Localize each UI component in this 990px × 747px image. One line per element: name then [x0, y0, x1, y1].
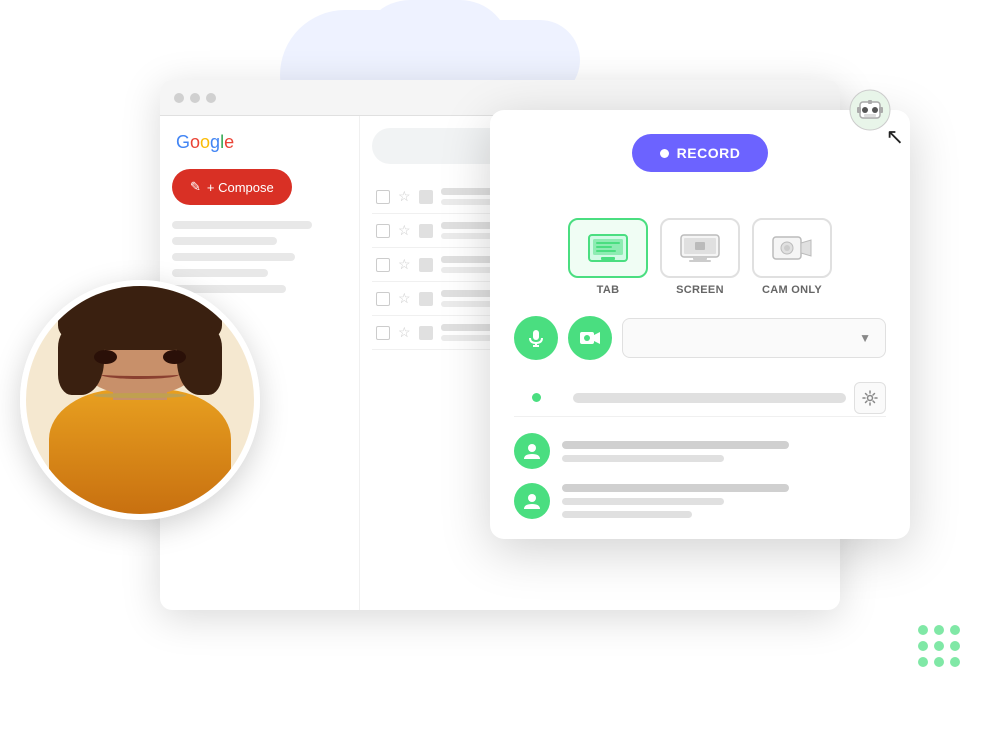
tab-active-dot [532, 393, 541, 402]
mode-icon-box-cam [752, 218, 832, 278]
email-star[interactable]: ☆ [398, 222, 411, 239]
camera-icon [579, 329, 601, 347]
person-photo [20, 280, 260, 520]
cam-icon [771, 233, 813, 263]
photo-eye-left [94, 350, 117, 364]
sidebar-nav-item [172, 253, 295, 261]
email-checkbox[interactable] [376, 326, 390, 340]
person-name [562, 484, 789, 492]
people-list [514, 433, 886, 519]
tab-line-bar [573, 393, 846, 403]
robot-icon-container [848, 88, 892, 137]
record-dot [660, 149, 669, 158]
green-dot [918, 625, 928, 635]
email-star[interactable]: ☆ [398, 290, 411, 307]
logo-o1: o [190, 132, 200, 152]
gmail-logo: Google [172, 132, 347, 153]
traffic-dot-minimize [190, 93, 200, 103]
camera-button[interactable] [568, 316, 612, 360]
person-icon [522, 491, 542, 511]
photo-necklace [94, 393, 185, 398]
email-checkbox[interactable] [376, 190, 390, 204]
photo-body [49, 389, 231, 514]
compose-button[interactable]: ✎ + Compose [172, 169, 292, 205]
person-detail [562, 498, 724, 505]
green-dot [934, 657, 944, 667]
mode-option-tab[interactable]: TAB [568, 218, 648, 296]
camera-dropdown[interactable]: ▼ [622, 318, 886, 358]
mode-icon-box-screen [660, 218, 740, 278]
mode-label-cam: CAM ONLY [762, 284, 822, 296]
record-panel: ↖ RECORD TAB [490, 110, 910, 539]
email-label-tag [419, 190, 433, 204]
green-dots-decoration [918, 625, 960, 667]
record-button[interactable]: RECORD [632, 134, 769, 172]
person-extra [562, 511, 692, 518]
compose-label: + Compose [207, 180, 274, 195]
screen-icon [679, 233, 721, 263]
person-avatar [514, 483, 550, 519]
sidebar-nav-item [172, 269, 268, 277]
green-dot [918, 657, 928, 667]
email-label-tag [419, 224, 433, 238]
email-checkbox[interactable] [376, 258, 390, 272]
person-info [562, 484, 886, 518]
mode-label-screen: SCREEN [676, 284, 724, 296]
green-dot [950, 657, 960, 667]
dropdown-arrow-icon: ▼ [859, 331, 871, 345]
traffic-dot-close [174, 93, 184, 103]
email-label-tag [419, 292, 433, 306]
email-checkbox[interactable] [376, 292, 390, 306]
logo-g: G [176, 132, 190, 152]
mode-option-screen[interactable]: SCREEN [660, 218, 740, 296]
email-label-tag [419, 258, 433, 272]
tab-icon [587, 233, 629, 263]
person-name [562, 441, 789, 449]
mode-options: TAB SCREEN [514, 218, 886, 296]
email-star[interactable]: ☆ [398, 324, 411, 341]
photo-eye-right [163, 350, 186, 364]
panel-tab-row [514, 380, 886, 417]
mic-icon [526, 328, 546, 348]
record-label: RECORD [677, 145, 741, 161]
green-dot [950, 625, 960, 635]
green-dot [918, 641, 928, 651]
mic-button[interactable] [514, 316, 558, 360]
person-row [514, 483, 886, 519]
av-controls: ▼ [514, 316, 886, 360]
gear-icon [862, 390, 878, 406]
robot-icon [848, 88, 892, 132]
logo-o2: o [200, 132, 210, 152]
email-checkbox[interactable] [376, 224, 390, 238]
logo-e: e [224, 132, 234, 152]
mode-option-cam-only[interactable]: CAM ONLY [752, 218, 832, 296]
settings-gear-button[interactable] [854, 382, 886, 414]
person-avatar [514, 433, 550, 469]
green-dot [934, 641, 944, 651]
sidebar-nav [172, 221, 347, 293]
person-detail [562, 455, 724, 462]
person-row [514, 433, 886, 469]
mode-label-tab: TAB [597, 284, 620, 296]
compose-icon: ✎ [190, 179, 201, 195]
record-btn-wrapper: RECORD [514, 134, 886, 196]
traffic-dot-expand [206, 93, 216, 103]
green-dot [950, 641, 960, 651]
sidebar-nav-item [172, 237, 277, 245]
person-icon [522, 441, 542, 461]
person-info [562, 441, 886, 462]
email-label-tag [419, 326, 433, 340]
sidebar-nav-item [172, 221, 312, 229]
photo-container [26, 286, 254, 514]
email-star[interactable]: ☆ [398, 256, 411, 273]
green-dot [934, 625, 944, 635]
mode-icon-box-tab [568, 218, 648, 278]
email-star[interactable]: ☆ [398, 188, 411, 205]
panel-tab-1[interactable] [514, 380, 565, 416]
logo-g2: g [210, 132, 220, 152]
